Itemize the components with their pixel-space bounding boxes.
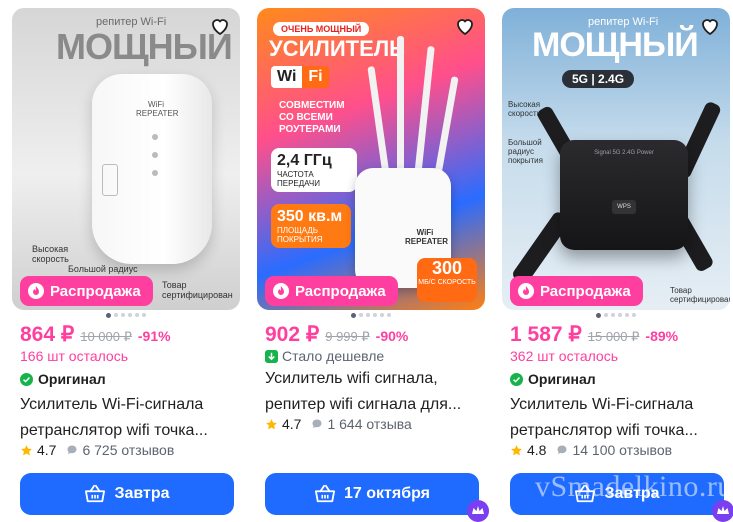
product-image[interactable]: репитер Wi-Fi МОЩНЫЙ 5G | 2.4G Высокая с… [502,8,730,310]
star-icon [266,418,277,429]
product-card[interactable]: репитер Wi-Fi МОЩНЫЙ WiFi REPEATER Высок… [12,0,240,520]
current-price: 864 ₽ [20,323,75,346]
flame-icon [273,283,289,299]
rating-row: 4.7 6 725 отзывов [20,442,174,458]
image-bands: 5G | 2.4G [562,70,635,88]
discount: -89% [645,328,679,344]
sale-badge: Распродажа [265,276,398,306]
product-title[interactable]: Усилитель Wi-Fi-сигнала ретранслятор wif… [510,392,724,444]
old-price: 9 999 ₽ [325,329,370,344]
star-icon [511,444,522,455]
price-block: 1 587 ₽ 15 000 ₽ -89% [510,322,678,347]
price-block: 902 ₽ 9 999 ₽ -90% [265,322,408,347]
chat-bubble-icon [312,419,322,428]
old-price: 10 000 ₽ [80,329,132,344]
rating-row: 4.8 14 100 отзывов [510,442,672,458]
image-headline: МОЩНЫЙ [532,26,699,64]
old-price: 15 000 ₽ [587,329,640,344]
title-line[interactable]: ретранслятор wifi точка... [510,418,724,444]
crown-badge-icon [712,500,733,522]
reviews[interactable]: 1 644 отзыва [311,416,412,432]
add-to-cart-button[interactable]: Завтра [510,473,724,515]
rating-row: 4.7 1 644 отзыва [265,416,412,432]
repeater-device: WiFi REPEATER [92,74,212,264]
discount: -90% [375,328,409,344]
reviews-count[interactable]: 6 725 отзывов [82,442,174,458]
image-feature-speed: Высокая скорость [32,244,69,264]
rating-value: 4.7 [37,442,57,458]
flame-icon [518,283,534,299]
wifi-logo: Wi Fi [271,66,329,88]
sale-badge: Распродажа [510,276,643,306]
image-badge: ОЧЕНЬ МОЩНЫЙ [273,22,370,36]
image-pagination [502,312,730,318]
sale-label: Распродажа [50,282,141,300]
crown-badge-icon [467,500,489,522]
reviews[interactable]: 14 100 отзывов [556,442,672,458]
check-icon [20,372,33,386]
reviews[interactable]: 6 725 отзывов [66,442,174,458]
flame-icon [28,283,44,299]
arrow-down-icon [265,349,278,363]
product-card[interactable]: ОЧЕНЬ МОЩНЫЙ УСИЛИТЕЛЬ Wi Fi СОВМЕСТИМ С… [257,0,489,522]
chat-bubble-icon [557,445,567,454]
check-icon [510,372,523,386]
original-badge: Оригинал [510,371,596,387]
image-pagination [12,312,240,318]
image-speed-box: 300 МБ/С СКОРОСТЬ [417,258,477,302]
image-freq-box: 2,4 ГГц ЧАСТОТА ПЕРЕДАЧИ [271,148,357,192]
stock-status: 362 шт осталось [510,348,619,364]
add-to-cart-button[interactable]: 17 октября [265,473,479,515]
status-text: Стало дешевле [282,348,385,364]
image-feature-cert: Товар сертифицирован [162,280,233,300]
rating-value: 4.8 [527,442,547,458]
delivery-date[interactable]: Завтра [604,485,659,503]
product-title[interactable]: Усилитель wifi сигнала, репитер wifi сиг… [265,366,479,418]
product-title[interactable]: Усилитель Wi-Fi-сигнала ретранслятор wif… [20,392,234,444]
product-image[interactable]: репитер Wi-Fi МОЩНЫЙ WiFi REPEATER Высок… [12,8,240,310]
title-line[interactable]: Усилитель wifi сигнала, [265,366,479,392]
basket-icon [575,484,596,503]
discount: -91% [137,328,171,344]
reviews-count[interactable]: 1 644 отзыва [327,416,411,432]
image-headline: УСИЛИТЕЛЬ [269,36,405,61]
image-compat: СОВМЕСТИМ СО ВСЕМИ РОУТЕРАМИ [279,100,345,135]
original-badge: Оригинал [20,371,106,387]
title-line[interactable]: репитер wifi сигнала для... [265,392,479,418]
stock-status: 166 шт осталось [20,348,129,364]
star-icon [21,444,32,455]
heart-icon[interactable] [453,14,477,38]
sale-label: Распродажа [295,282,386,300]
rating-value: 4.7 [282,416,302,432]
original-label: Оригинал [528,371,596,387]
sale-label: Распродажа [540,282,631,300]
add-to-cart-button[interactable]: Завтра [20,473,234,515]
delivery-date[interactable]: 17 октября [344,485,430,503]
heart-icon[interactable] [208,14,232,38]
price-block: 864 ₽ 10 000 ₽ -91% [20,322,171,347]
basket-icon [85,484,106,503]
image-feature-cert: Товар сертифицирован [670,286,730,304]
heart-icon[interactable] [698,14,722,38]
basket-icon [314,484,335,503]
image-area-box: 350 кв.м ПЛОЩАДЬ ПОКРЫТИЯ [271,204,351,248]
product-card[interactable]: репитер Wi-Fi МОЩНЫЙ 5G | 2.4G Высокая с… [502,0,733,522]
title-line[interactable]: ретранслятор wifi точка... [20,418,234,444]
reviews-count[interactable]: 14 100 отзывов [572,442,672,458]
image-headline: МОЩНЫЙ [56,26,233,67]
original-label: Оригинал [38,371,106,387]
sale-badge: Распродажа [20,276,153,306]
price-drop-status: Стало дешевле [265,348,384,364]
router-device: Signal 5G 2.4G Power WPS [560,140,688,250]
delivery-date[interactable]: Завтра [114,485,169,503]
title-line[interactable]: Усилитель Wi-Fi-сигнала [510,392,724,418]
image-pagination [257,312,485,318]
current-price: 902 ₽ [265,323,320,346]
chat-bubble-icon [67,445,77,454]
current-price: 1 587 ₽ [510,323,582,346]
product-image[interactable]: ОЧЕНЬ МОЩНЫЙ УСИЛИТЕЛЬ Wi Fi СОВМЕСТИМ С… [257,8,485,310]
title-line[interactable]: Усилитель Wi-Fi-сигнала [20,392,234,418]
